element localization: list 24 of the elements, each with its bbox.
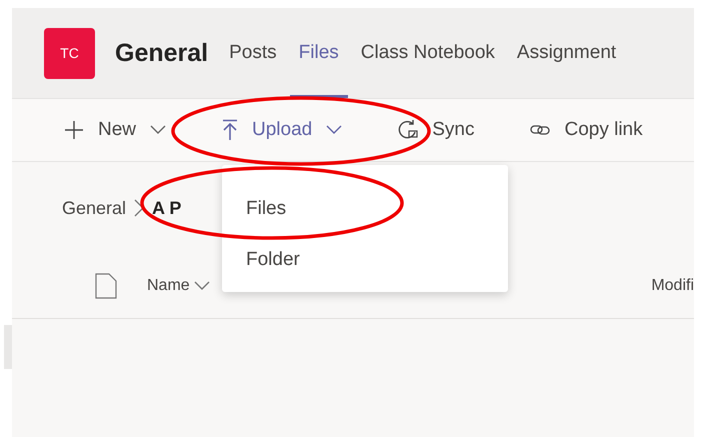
file-icon: [95, 273, 117, 299]
menu-item[interactable]: Folder: [222, 234, 508, 285]
tab[interactable]: Class Notebook: [352, 8, 504, 98]
upload-button[interactable]: Upload: [212, 115, 352, 145]
menu-item[interactable]: Files: [222, 183, 508, 234]
breadcrumb-item[interactable]: General: [62, 198, 126, 218]
breadcrumb-item[interactable]: A P: [152, 198, 182, 218]
chevron-down-icon: [194, 281, 210, 291]
plus-icon: [64, 120, 84, 140]
tab[interactable]: Assignment: [508, 8, 626, 98]
channel-title: General: [115, 38, 208, 68]
column-header[interactable]: Name: [147, 277, 210, 295]
upload-icon: [222, 119, 238, 141]
link-icon: [530, 123, 550, 137]
team-tile[interactable]: TC: [44, 28, 95, 78]
sync-button[interactable]: Sync: [388, 115, 484, 145]
chevron-down-icon: [326, 125, 342, 135]
tab[interactable]: Posts: [220, 8, 286, 98]
chevron-right-icon: [134, 199, 144, 217]
sync-icon: [398, 119, 418, 141]
column-header[interactable]: Modifi: [651, 277, 694, 295]
new-button[interactable]: New: [54, 115, 176, 145]
copy-link-button[interactable]: Copy link: [520, 115, 653, 145]
chevron-down-icon: [150, 125, 166, 135]
